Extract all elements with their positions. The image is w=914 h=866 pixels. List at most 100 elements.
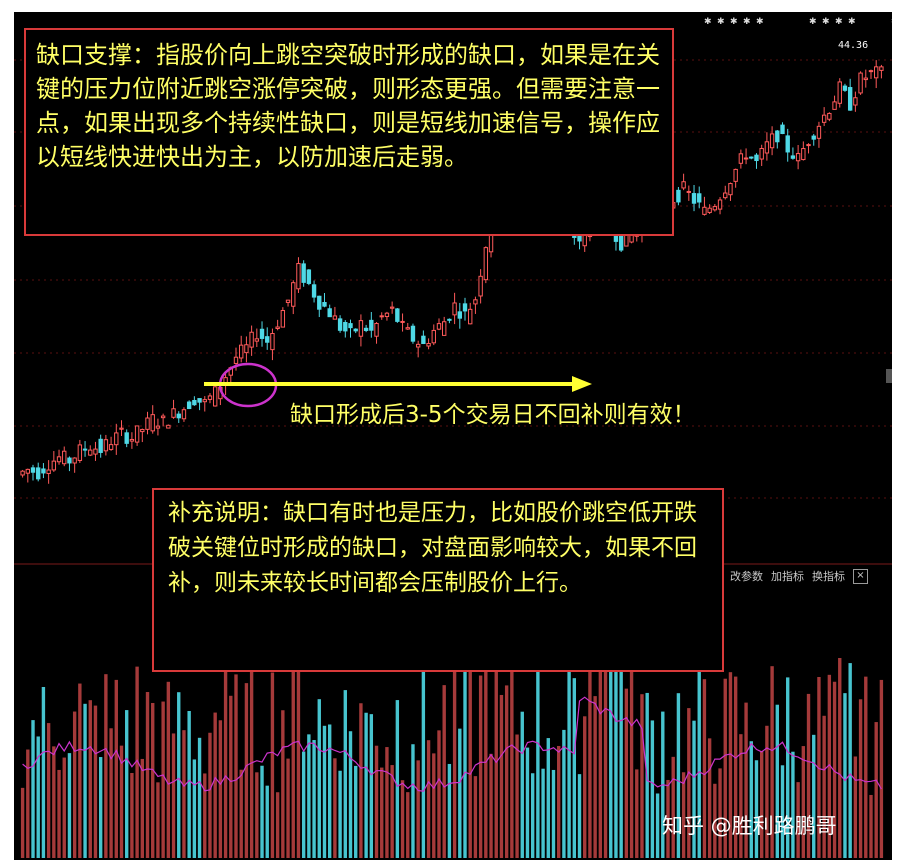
volume-bar bbox=[192, 759, 197, 858]
candle-body bbox=[421, 335, 426, 344]
volume-bar bbox=[536, 662, 540, 858]
volume-bar bbox=[791, 751, 795, 858]
candle-body bbox=[827, 112, 832, 120]
candle-body bbox=[150, 414, 155, 432]
volume-bar bbox=[458, 728, 462, 858]
watermark: 知乎 @胜利路鹏哥 bbox=[662, 814, 837, 838]
volume-bar bbox=[447, 763, 452, 858]
volume-bar bbox=[759, 750, 764, 858]
volume-bar bbox=[213, 712, 217, 858]
volume-bar bbox=[426, 740, 431, 858]
volume-bar bbox=[265, 785, 269, 858]
volume-bar bbox=[166, 681, 171, 858]
candle-body bbox=[369, 319, 374, 331]
volume-bar bbox=[484, 658, 488, 858]
candle-body bbox=[452, 302, 457, 316]
candle-body bbox=[239, 344, 244, 359]
volume-bar bbox=[197, 737, 202, 858]
volume-bar bbox=[338, 770, 342, 858]
volume-bar bbox=[244, 683, 249, 858]
volume-bar bbox=[275, 792, 280, 858]
candle-body bbox=[88, 449, 93, 456]
candle-body bbox=[25, 468, 30, 474]
change-params-button[interactable]: 改参数 bbox=[730, 568, 763, 584]
volume-bar bbox=[93, 705, 98, 858]
candle-body bbox=[56, 456, 62, 463]
volume-bar bbox=[583, 716, 587, 858]
add-indicator-button[interactable]: 加指标 bbox=[771, 568, 804, 584]
volume-bar bbox=[374, 745, 379, 858]
event-marker-icon: ✱ bbox=[809, 17, 817, 27]
volume-bar bbox=[567, 667, 571, 858]
gap-support-note: 缺口支撑：指股价向上跳空突破时形成的缺口，如果是在关键的压力位附近跳空涨停突破，… bbox=[24, 28, 674, 236]
candle-body bbox=[51, 460, 57, 471]
candle-body bbox=[801, 148, 806, 161]
volume-bar bbox=[801, 746, 806, 858]
volume-bar bbox=[249, 658, 254, 858]
candle-body bbox=[291, 282, 296, 307]
volume-bar bbox=[36, 736, 40, 858]
volume-bar bbox=[301, 751, 306, 858]
volume-bar bbox=[400, 780, 405, 858]
scrollbar-handle[interactable] bbox=[886, 369, 892, 383]
event-marker-icon: ✱ bbox=[743, 17, 751, 27]
volume-bar bbox=[411, 744, 415, 858]
volume-bar bbox=[530, 773, 535, 858]
volume-bar bbox=[879, 679, 884, 858]
candle-body bbox=[296, 263, 301, 290]
candle-body bbox=[202, 399, 207, 403]
candle-body bbox=[145, 417, 150, 430]
volume-bar bbox=[270, 672, 275, 858]
volume-bar bbox=[853, 756, 858, 858]
candle-body bbox=[769, 133, 775, 149]
volume-bar bbox=[52, 746, 56, 858]
volume-bar bbox=[109, 728, 113, 858]
volume-bar bbox=[177, 692, 181, 858]
candle-body bbox=[686, 190, 692, 193]
candle-body bbox=[244, 344, 249, 354]
candle-body bbox=[806, 144, 811, 147]
volume-bar bbox=[83, 703, 87, 858]
volume-bar bbox=[557, 745, 561, 858]
candle-body bbox=[426, 342, 431, 347]
candle-body bbox=[233, 356, 239, 364]
volume-bar bbox=[343, 690, 347, 858]
volume-bar bbox=[650, 720, 655, 858]
volume-bar bbox=[104, 674, 108, 858]
volume-bar bbox=[546, 738, 550, 858]
switch-indicator-button[interactable]: 换指标 bbox=[812, 568, 845, 584]
volume-bar bbox=[614, 658, 618, 858]
volume-bar bbox=[452, 658, 457, 858]
candle-body bbox=[764, 141, 770, 154]
candle-body bbox=[447, 318, 452, 321]
candle-body bbox=[20, 470, 25, 476]
candle-body bbox=[858, 72, 863, 94]
candle-body bbox=[738, 153, 744, 164]
candle-body bbox=[816, 125, 822, 139]
close-icon[interactable]: × bbox=[853, 568, 868, 584]
volume-bar bbox=[156, 782, 160, 858]
candle-body bbox=[358, 320, 364, 337]
volume-bar bbox=[88, 700, 92, 858]
volume-bar bbox=[31, 720, 35, 858]
volume-bar bbox=[577, 774, 582, 858]
candle-body bbox=[270, 333, 275, 351]
volume-bar bbox=[203, 773, 207, 858]
volume-bar bbox=[640, 694, 644, 858]
candle-body bbox=[129, 438, 135, 442]
volume-bar bbox=[874, 722, 878, 858]
volume-bar bbox=[57, 769, 61, 858]
candle-body bbox=[134, 425, 140, 443]
volume-bar bbox=[46, 723, 51, 858]
candle-body bbox=[93, 448, 98, 455]
candle-body bbox=[197, 398, 202, 403]
volume-bar bbox=[463, 667, 467, 858]
volume-bar bbox=[655, 793, 660, 858]
candle-body bbox=[405, 327, 410, 330]
price-label: 44.36 bbox=[838, 40, 869, 51]
volume-bar bbox=[359, 703, 363, 858]
volume-bar bbox=[327, 724, 332, 858]
volume-bar bbox=[161, 701, 165, 858]
volume-bar bbox=[489, 753, 493, 858]
stock-chart-window: ✱✱✱✱✱✱✱✱✱✱✱✱✱✱ 44.36 缺口支撑：指股价向上跳空突破时形成的缺… bbox=[14, 12, 892, 860]
